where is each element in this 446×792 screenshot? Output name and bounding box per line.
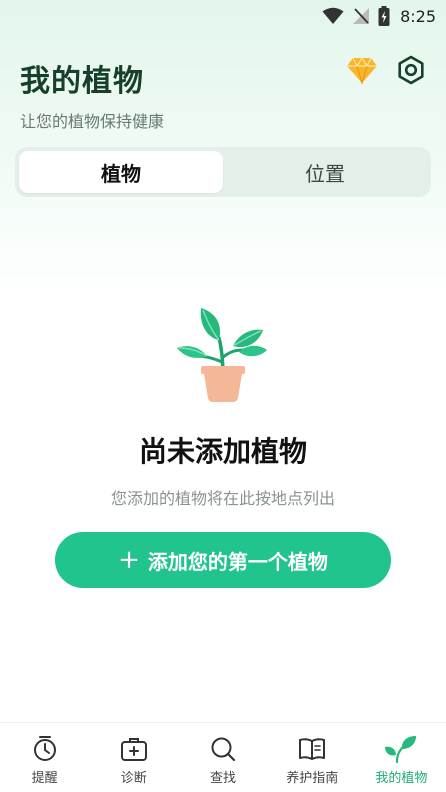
premium-button[interactable] (344, 52, 380, 88)
wifi-icon (322, 7, 344, 25)
status-time: 8:25 (400, 6, 436, 26)
gem-icon (346, 56, 378, 84)
nav-item-search[interactable]: 查找 (178, 723, 267, 792)
nav-item-reminders[interactable]: 提醒 (0, 723, 89, 792)
page-subtitle: 让您的植物保持健康 (20, 112, 165, 131)
page-title: 我的植物 (20, 64, 144, 99)
book-icon (299, 738, 326, 760)
alarm-clock-icon (33, 736, 56, 761)
nav-label-search: 查找 (210, 771, 237, 786)
add-first-plant-button[interactable]: + 添加您的第一个植物 (55, 532, 391, 588)
tab-locations[interactable]: 位置 (223, 151, 427, 193)
nav-label-my-plants: 我的植物 (375, 771, 428, 786)
page-header: 我的植物 让您的植物保持健康 (20, 56, 164, 132)
nav-item-my-plants[interactable]: 我的植物 (357, 723, 446, 792)
settings-button[interactable] (393, 52, 429, 88)
tab-plants[interactable]: 植物 (19, 151, 223, 193)
leaves-icon (385, 736, 417, 763)
search-icon (211, 737, 236, 762)
empty-state: 尚未添加植物 您添加的植物将在此按地点列出 (0, 300, 446, 508)
nav-label-reminders: 提醒 (31, 771, 58, 786)
nav-item-diagnose[interactable]: 诊断 (89, 723, 178, 792)
empty-state-title: 尚未添加植物 (138, 435, 307, 468)
nav-item-care-guide[interactable]: 养护指南 (268, 723, 357, 792)
nav-label-diagnose: 诊断 (120, 771, 147, 786)
nav-label-care-guide: 养护指南 (286, 771, 339, 786)
potted-plant-icon (177, 308, 267, 402)
empty-state-description: 您添加的植物将在此按地点列出 (110, 489, 335, 508)
battery-charging-icon (378, 6, 390, 26)
status-bar: 8:25 (0, 0, 446, 32)
settings-icon (396, 55, 426, 85)
no-signal-icon (352, 7, 370, 25)
plus-icon: + (118, 545, 140, 575)
view-segment-control: 植物 位置 (15, 147, 431, 197)
bottom-navigation: 提醒 诊断 查找 养护指南 我的植物 (0, 722, 446, 792)
medical-kit-icon (120, 738, 147, 761)
add-first-plant-label: 添加您的第一个植物 (147, 549, 328, 574)
